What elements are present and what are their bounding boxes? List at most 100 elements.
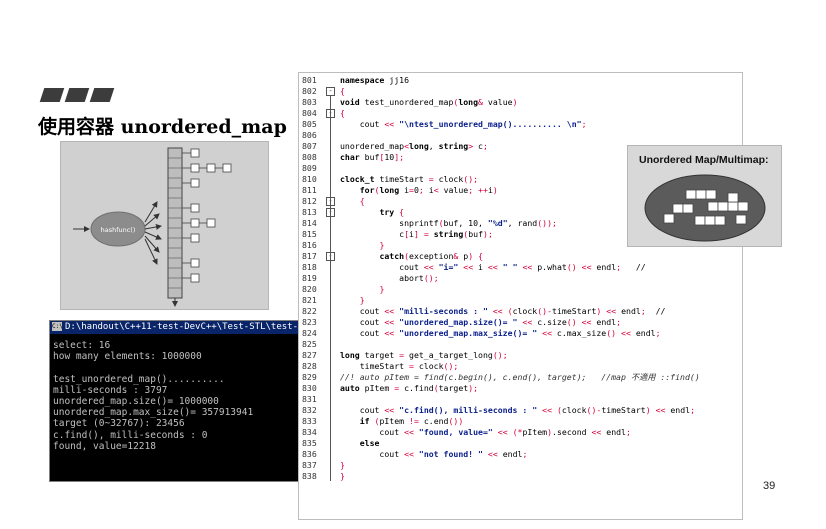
console-title-bar[interactable]: C:\ D:\handout\C++11-test-DevC++\Test-STL… [50, 321, 308, 334]
code-text: } [340, 460, 345, 470]
code-line: 834 cout << "found, value=" << (*pItem).… [299, 427, 742, 438]
page-number: 39 [763, 480, 776, 492]
line-number: 834 [302, 427, 317, 437]
code-text: long target = get_a_target_long(); [340, 350, 508, 360]
unordered-map-multimap-diagram: Unordered Map/Multimap: [627, 145, 782, 247]
line-number: 831 [302, 394, 317, 404]
code-line: 823 cout << "unordered_map.size()= " << … [299, 317, 742, 328]
code-text: cout << "unordered_map.max_size()= " << … [340, 328, 661, 338]
code-line: 803 void test_unordered_map(long& value) [299, 97, 742, 108]
code-text: catch(exception& p) { [379, 251, 484, 261]
line-number: 822 [302, 306, 317, 316]
console-output: select: 16 how many elements: 1000000 test… [50, 334, 308, 452]
code-line: 828 timeStart = clock(); [299, 361, 742, 372]
code-text: c[i] = string(buf); [340, 229, 493, 239]
code-line: 820 } [299, 284, 742, 295]
code-text: unordered_map<long, string> c; [340, 141, 488, 151]
line-number: 804 [302, 108, 317, 118]
code-text: cout << "c.find(), milli-seconds : " << … [340, 405, 696, 415]
hash-arrow [144, 213, 160, 227]
code-text: if (pItem != c.end()) [359, 416, 464, 426]
code-text: char buf[10]; [340, 152, 405, 162]
console-line: unordered_map.max_size()= 357913941 [53, 407, 254, 419]
line-number: 815 [302, 229, 317, 239]
code-line: 824 cout << "unordered_map.max_size()= "… [299, 328, 742, 339]
code-text: cout << "not found! " << endl; [340, 449, 528, 459]
code-line: 829 //! auto pItem = find(c.begin(), c.en… [299, 372, 742, 383]
code-text: abort(); [340, 273, 439, 283]
code-editor[interactable]: 801 namespace jj16 802-{803 void test_unord… [298, 72, 743, 520]
console-line: target (0~32767): 23456 [53, 418, 185, 430]
console-line: found, value=12218 [53, 440, 156, 452]
code-text: cout << "found, value=" << (*pItem).seco… [340, 427, 631, 437]
slide-title: 使用容器 unordered_map [38, 116, 287, 138]
hash-arrow [144, 201, 158, 223]
code-text: } [379, 240, 385, 250]
line-number: 819 [302, 273, 317, 283]
code-text: { [340, 86, 345, 96]
line-number: 811 [302, 185, 317, 195]
console-window[interactable]: C:\ D:\handout\C++11-test-DevC++\Test-STL… [49, 320, 309, 482]
line-number: 825 [302, 339, 317, 349]
line-number: 830 [302, 383, 317, 393]
hash-table-diagram-svg: hashfunc() [73, 147, 232, 307]
line-number: 816 [302, 240, 317, 250]
line-number: 801 [302, 75, 317, 85]
code-line: 835 else [299, 438, 742, 449]
code-text: //! auto pItem = find(c.begin(), c.end()… [340, 372, 700, 382]
code-line: 817- catch(exception& p) { [299, 251, 742, 262]
line-number: 807 [302, 141, 317, 151]
code-text: cout << "i=" << i << " " << p.what() << … [340, 262, 646, 272]
console-line: select: 16 [53, 340, 111, 351]
code-line: 827 long target = get_a_target_long(); [299, 350, 742, 361]
code-line: 832 cout << "c.find(), milli-seconds : "… [299, 405, 742, 416]
code-line: 822 cout << "milli-seconds : " << (clock… [299, 306, 742, 317]
line-number: 808 [302, 152, 317, 162]
code-text: namespace jj16 [340, 75, 410, 85]
hash-table-diagram: hashfunc() [60, 141, 269, 310]
line-number: 836 [302, 449, 317, 459]
code-text: timeStart = clock(); [340, 361, 459, 371]
line-number: 803 [302, 97, 317, 107]
console-line: c.find(), milli-seconds : 0 [53, 429, 208, 441]
code-line: 806 [299, 130, 742, 141]
code-line: 818 cout << "i=" << i << " " << p.what()… [299, 262, 742, 273]
code-text: } [379, 284, 385, 294]
hash-function-label: hashfunc() [101, 226, 136, 234]
console-line: unordered_map.size()= 1000000 [53, 395, 219, 407]
line-number: 813 [302, 207, 317, 217]
line-number: 809 [302, 163, 317, 173]
line-number: 820 [302, 284, 317, 294]
console-window-icon: C:\ [52, 322, 63, 331]
line-number: 812 [302, 196, 317, 206]
code-line: 819 abort(); [299, 273, 742, 284]
line-number: 802 [302, 86, 317, 96]
code-text: cout << "unordered_map.size()= " << c.si… [340, 317, 622, 327]
code-line: 830 auto pItem = c.find(target); [299, 383, 742, 394]
line-number: 806 [302, 130, 317, 140]
line-number: 824 [302, 328, 317, 338]
hash-arrow [144, 223, 162, 230]
code-text: auto pItem = c.find(target); [340, 383, 479, 393]
code-line: 831 [299, 394, 742, 405]
code-line: 833 if (pItem != c.end()) [299, 416, 742, 427]
code-text: { [340, 108, 345, 118]
code-line: 821 } [299, 295, 742, 306]
console-line: how many elements: 1000000 [53, 351, 202, 363]
code-text: { [359, 196, 365, 206]
chain-nodes [182, 148, 232, 283]
code-line: 804-{ [299, 108, 742, 119]
title-decoration [39, 88, 115, 102]
code-text: } [359, 295, 365, 305]
line-number: 821 [302, 295, 317, 305]
hash-arrow [144, 231, 162, 240]
line-number: 827 [302, 350, 317, 360]
code-line: 837} [299, 460, 742, 471]
code-text: cout << "milli-seconds : " << (clock()-t… [340, 306, 666, 316]
bucket-array [167, 147, 183, 299]
line-number: 838 [302, 471, 317, 481]
code-line: 836 cout << "not found! " << endl; [299, 449, 742, 460]
side-diagram-svg [644, 174, 766, 242]
code-line: 802-{ [299, 86, 742, 97]
